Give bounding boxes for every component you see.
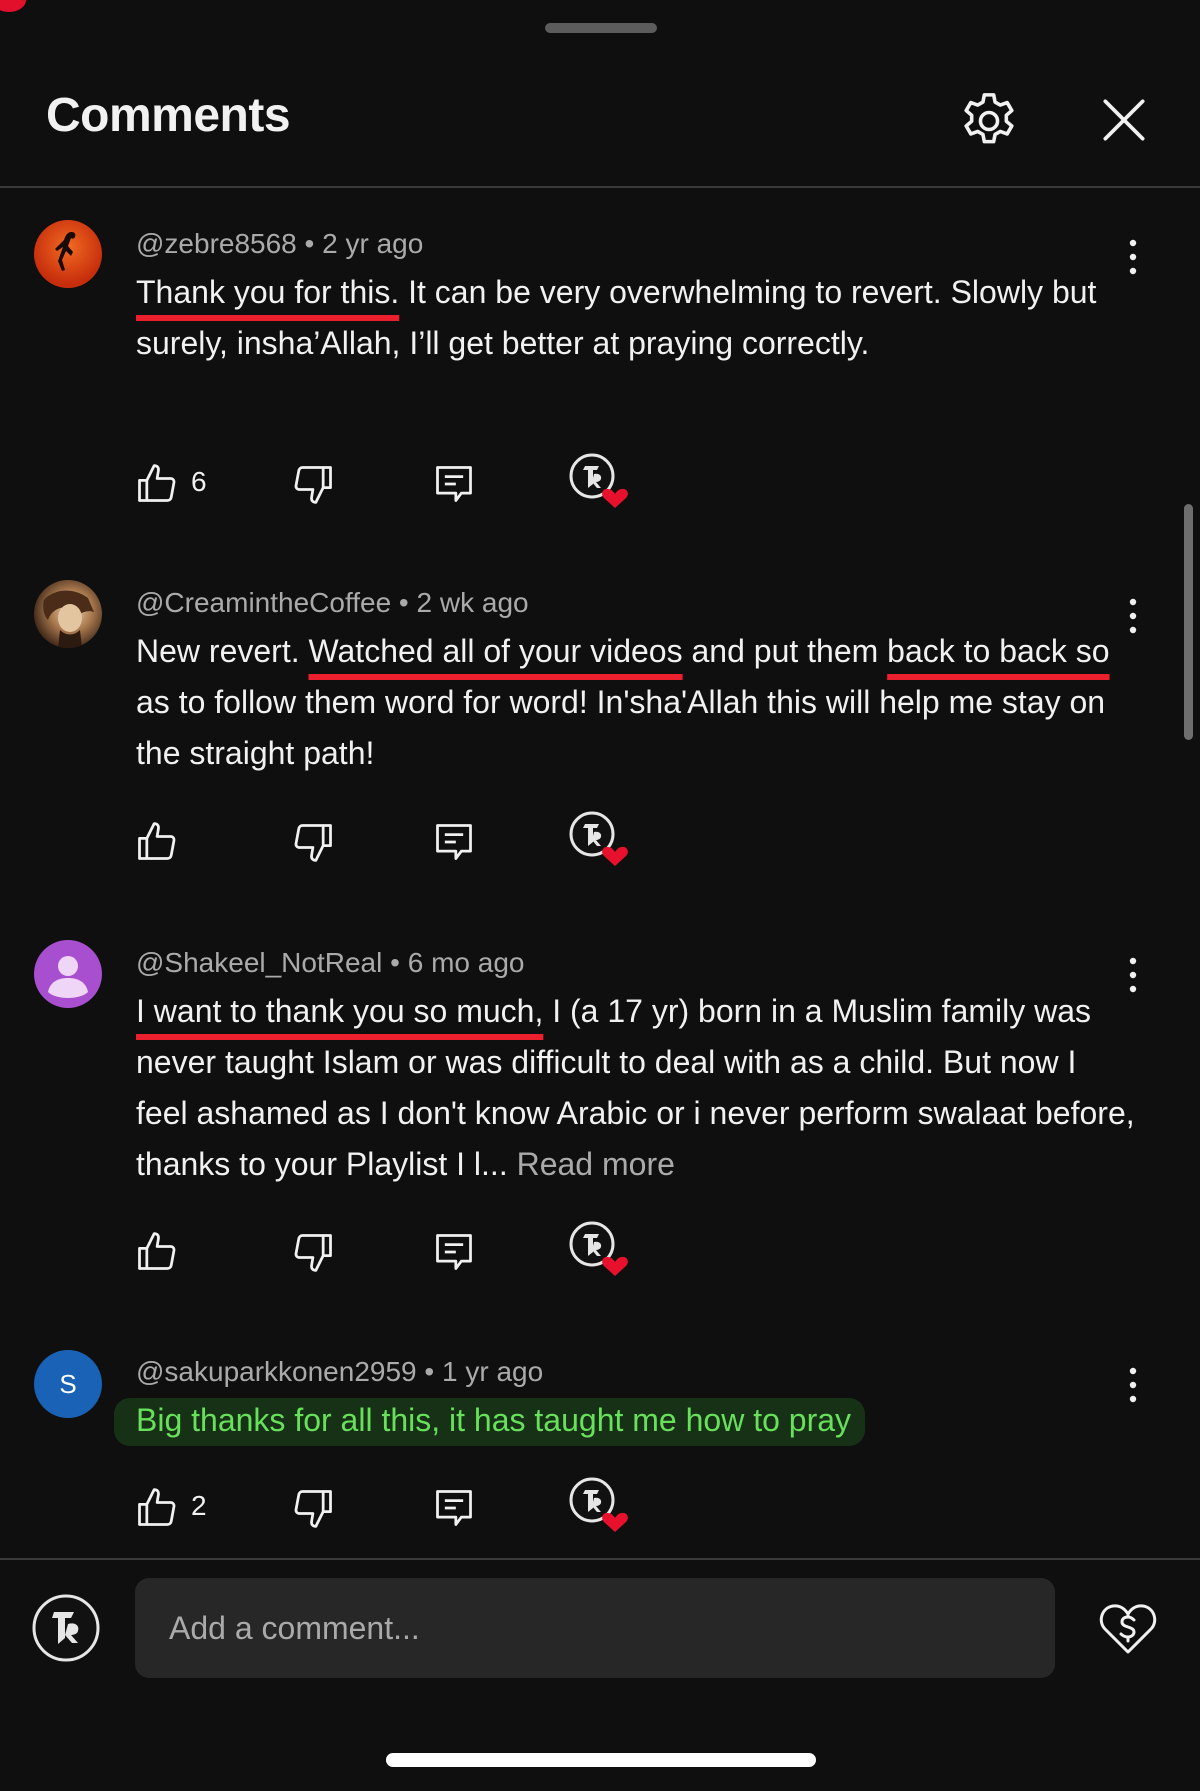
like-count: 6: [191, 466, 207, 497]
highlighted-text: Big thanks for all this, it has taught m…: [114, 1398, 866, 1446]
comment-text-part: New revert.: [136, 633, 309, 669]
comment-age: 2 wk ago: [416, 587, 529, 618]
creator-heart-icon: [569, 811, 628, 866]
comment-age: 6 mo ago: [407, 947, 525, 978]
avatar[interactable]: [34, 940, 102, 1008]
avatar-initial: S: [59, 1368, 77, 1399]
comment-actions: 2: [134, 1477, 654, 1534]
dislike-icon[interactable]: [292, 816, 336, 868]
comment-actions: 6: [134, 453, 654, 510]
comment-text: New revert. Watched all of your videos a…: [136, 626, 1136, 779]
comment-text: Thank you for this. It can be very overw…: [136, 267, 1136, 369]
comments-header: Comments: [0, 0, 1200, 188]
creator-heart-icon: [569, 1477, 628, 1532]
gear-icon[interactable]: [956, 88, 1022, 154]
dislike-icon[interactable]: [292, 1482, 336, 1534]
comment-author[interactable]: @CreamintheCoffee: [136, 587, 391, 618]
person-photo-icon: [43, 590, 94, 648]
comment-text-part: and put them: [682, 633, 888, 669]
comment-author[interactable]: @Shakeel_NotReal: [136, 947, 382, 978]
comment-meta: @sakuparkkonen2959 • 1 yr ago: [136, 1356, 544, 1387]
highlighted-text: back to back so: [887, 633, 1110, 669]
like-icon[interactable]: [134, 816, 178, 868]
comment-text-part: as to follow them word for word! In'sha'…: [136, 684, 1106, 771]
home-indicator: [386, 1753, 816, 1767]
reply-icon[interactable]: [432, 816, 476, 868]
close-icon[interactable]: [1096, 92, 1152, 148]
comment-meta: @Shakeel_NotReal • 6 mo ago: [136, 947, 525, 978]
comment-actions: [134, 811, 654, 868]
comment-age: 2 yr ago: [322, 228, 424, 259]
avatar[interactable]: [34, 220, 102, 288]
user-avatar-icon[interactable]: [32, 1594, 100, 1662]
super-thanks-icon[interactable]: [1096, 1596, 1160, 1660]
avatar[interactable]: [34, 580, 102, 648]
highlighted-text: Watched all of your videos: [308, 633, 683, 669]
silhouette-icon: [55, 232, 76, 271]
like-icon[interactable]: [134, 1226, 178, 1278]
scrollbar[interactable]: [1184, 504, 1193, 740]
dislike-icon[interactable]: [292, 458, 336, 510]
creator-heart-icon: [569, 1221, 628, 1276]
comment-author[interactable]: @sakuparkkonen2959: [136, 1356, 417, 1387]
comment-meta: @CreamintheCoffee • 2 wk ago: [136, 587, 529, 618]
comment-age: 1 yr ago: [442, 1356, 544, 1387]
reply-icon[interactable]: [432, 458, 476, 510]
comment-text: Big thanks for all this, it has taught m…: [114, 1395, 1136, 1446]
read-more-link[interactable]: Read more: [508, 1146, 675, 1182]
reply-icon[interactable]: [432, 1226, 476, 1278]
dislike-icon[interactable]: [292, 1226, 336, 1278]
divider: [0, 1558, 1200, 1560]
default-user-icon: [48, 956, 88, 998]
reply-icon[interactable]: [432, 1482, 476, 1534]
add-comment-input[interactable]: [135, 1578, 1055, 1678]
page-title: Comments: [46, 89, 291, 142]
highlighted-text: Thank you for this.: [136, 274, 400, 310]
avatar[interactable]: S: [34, 1350, 102, 1418]
comment-author[interactable]: @zebre8568: [136, 228, 297, 259]
like-icon[interactable]: [134, 1482, 178, 1534]
comment-text: I want to thank you so much, I (a 17 yr)…: [136, 986, 1136, 1190]
like-icon[interactable]: [134, 458, 178, 510]
comment-meta: @zebre8568 • 2 yr ago: [136, 228, 424, 259]
creator-heart-icon: [569, 453, 628, 508]
highlighted-text: I want to thank you so much,: [136, 993, 544, 1029]
like-count: 2: [191, 1490, 207, 1521]
comment-actions: [134, 1221, 654, 1278]
